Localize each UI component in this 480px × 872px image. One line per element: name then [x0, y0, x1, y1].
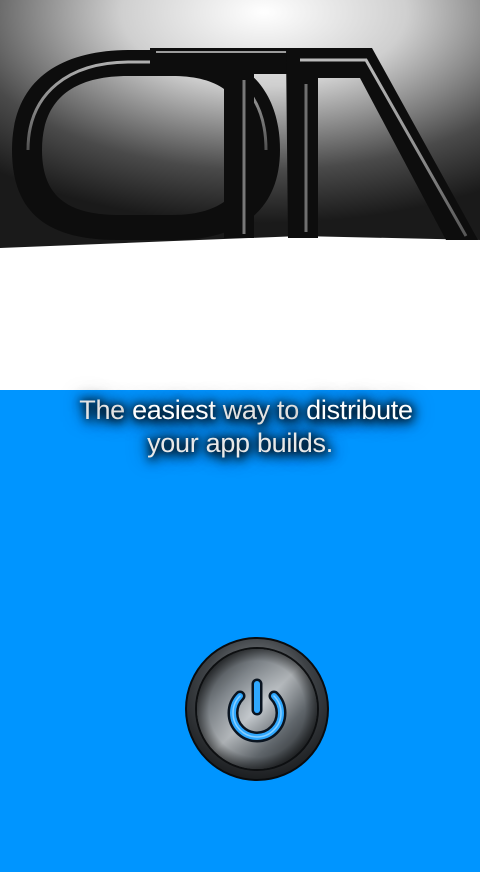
ota-logo: [0, 0, 480, 260]
tagline-word-the: The: [79, 395, 125, 425]
power-icon: [185, 637, 329, 781]
blue-background: [0, 390, 480, 872]
tagline-words-way-to: way to: [222, 395, 300, 425]
logo-area: [0, 0, 480, 390]
tagline-line-1: The easiest way to distribute: [0, 394, 480, 427]
app-screen: The easiest way to distribute your app b…: [0, 0, 480, 872]
tagline-word-distribute: distribute: [306, 395, 413, 425]
tagline: The easiest way to distribute your app b…: [0, 394, 480, 460]
tagline-line-2: your app builds.: [147, 428, 333, 458]
tagline-word-easiest: easiest: [132, 395, 216, 425]
power-button[interactable]: [184, 636, 330, 782]
